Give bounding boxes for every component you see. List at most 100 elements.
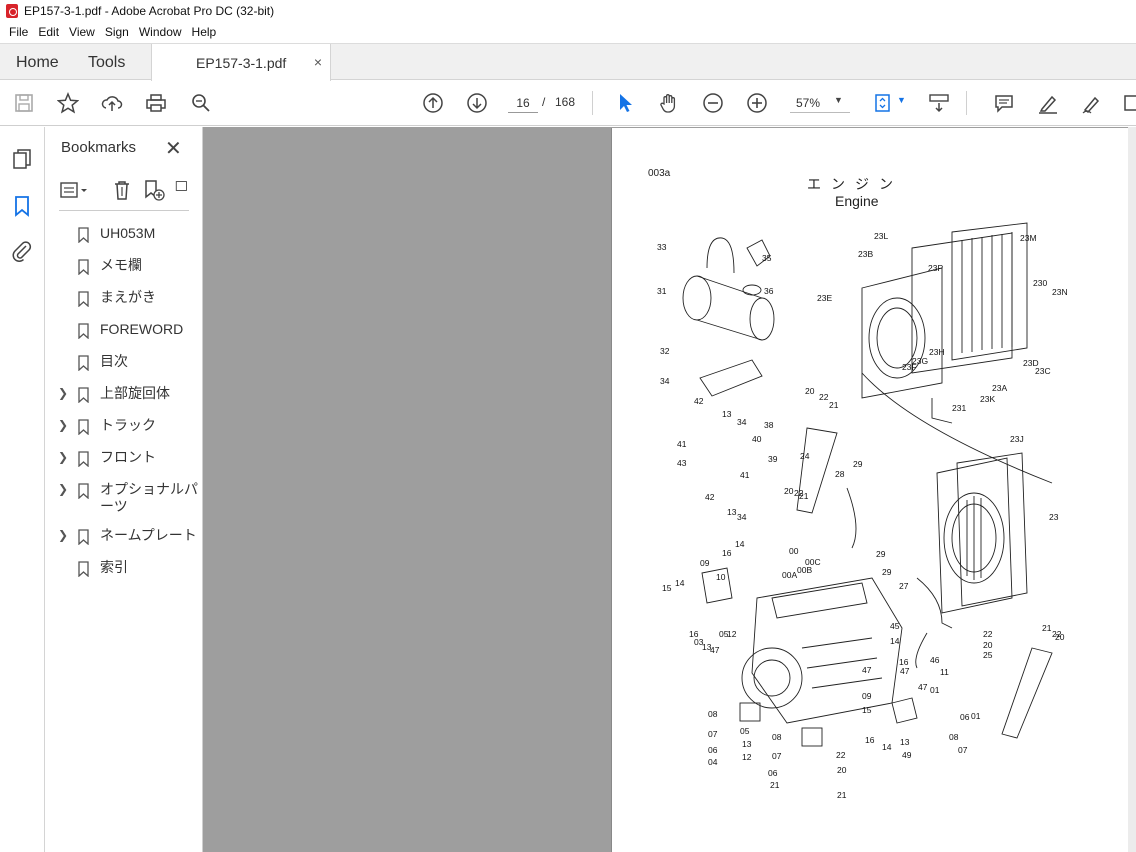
part-number-label: 13 [722,409,732,419]
bookmark-item-track[interactable]: ❯ トラック [45,411,203,443]
part-number-label: 21 [799,491,809,501]
part-number-label: 14 [675,578,685,588]
bookmark-flag-icon [78,387,89,404]
bookmark-item-nameplate[interactable]: ❯ ネームプレート [45,521,203,553]
part-number-label: 15 [662,583,672,593]
part-number-label: 23P [928,263,943,273]
part-number-label: 21 [770,780,780,790]
menu-file[interactable]: File [4,25,33,39]
bookmark-flag-icon [78,419,89,436]
expand-chevron-icon[interactable]: ❯ [58,528,68,542]
part-number-label: 23J [1010,434,1024,444]
menu-sign[interactable]: Sign [100,25,134,39]
part-number-label: 06 [768,768,778,778]
part-number-label: 21 [1042,623,1052,633]
next-page-icon[interactable] [465,91,489,115]
highlight-pen-icon[interactable] [1036,91,1060,115]
expand-chevron-icon[interactable]: ❯ [58,482,68,496]
new-bookmark-icon[interactable] [143,179,165,201]
part-number-label: 07 [708,729,718,739]
part-number-label: 00 [789,546,799,556]
zoom-dropdown-icon[interactable]: ▼ [834,95,843,105]
print-icon[interactable] [144,91,168,115]
expand-chevron-icon[interactable]: ❯ [58,418,68,432]
bookmarks-panel-icon[interactable] [10,194,34,218]
part-number-label: 23L [874,231,888,241]
part-number-label: 20 [1055,632,1065,642]
part-number-label: 20 [805,386,815,396]
tab-document[interactable]: EP157-3-1.pdf × [151,44,331,81]
menu-view[interactable]: View [64,25,100,39]
hand-tool-icon[interactable] [657,91,681,115]
part-number-label: 34 [660,376,670,386]
page-thumbnails-icon[interactable] [10,147,34,171]
current-page-input[interactable]: 16 [508,93,538,113]
attachments-icon[interactable] [10,239,34,263]
expand-chevron-icon[interactable]: ❯ [58,386,68,400]
zoom-out-icon[interactable] [701,91,725,115]
expand-bookmark-icon[interactable] [175,179,189,201]
bookmark-item-uh053m[interactable]: UH053M [45,219,203,251]
part-number-label: 23M [1020,233,1037,243]
part-number-label: 07 [772,751,782,761]
tab-tools[interactable]: Tools [88,54,125,72]
part-number-label: 34 [737,417,747,427]
part-number-label: 45 [890,621,900,631]
bookmark-item-front[interactable]: ❯ フロント [45,443,203,475]
part-number-label: 21 [829,400,839,410]
part-number-label: 25 [983,650,993,660]
bookmark-item-contents[interactable]: 目次 [45,347,203,379]
part-number-label: 47 [862,665,872,675]
fit-page-icon[interactable] [871,91,895,115]
bookmark-flag-icon [78,483,89,500]
close-tab-icon[interactable]: × [314,54,322,70]
zoom-in-icon[interactable] [745,91,769,115]
part-number-label: 11 [940,667,949,677]
engine-parts-diagram: 333536313234421334 3841 403943414213 3423L 2… [657,222,1068,800]
navigation-pane-strip [0,127,45,852]
menu-window[interactable]: Window [134,25,187,39]
previous-page-icon[interactable] [421,91,445,115]
tab-document-label: EP157-3-1.pdf [196,55,287,71]
part-number-label: 06 [960,712,970,722]
bookmark-item-foreword[interactable]: FOREWORD [45,315,203,347]
bookmark-label: メモ欄 [100,257,142,273]
part-number-label: 47 [710,645,720,655]
part-number-label: 27 [899,581,909,591]
bookmark-options-icon[interactable] [59,179,87,201]
bookmark-item-optional-parts[interactable]: ❯ オプショナルパーツ [45,475,203,521]
bookmark-item-upper-structure[interactable]: ❯ 上部旋回体 [45,379,203,411]
save-icon[interactable] [12,91,36,115]
delete-bookmark-icon[interactable] [111,179,133,201]
bookmark-label: FOREWORD [100,321,184,337]
document-viewport[interactable]: 003a エンジン Engine 33 35 36 31 32 34 42 13… [203,127,1136,852]
menu-edit[interactable]: Edit [33,25,64,39]
bookmark-item-memo[interactable]: メモ欄 [45,251,203,283]
part-number-label: 29 [876,549,886,559]
part-number-label: 15 [862,705,872,715]
part-number-label: 47 [918,682,928,692]
bookmark-label: 上部旋回体 [100,385,170,401]
tab-home[interactable]: Home [16,54,59,72]
upload-cloud-icon[interactable] [100,91,124,115]
part-number-label: 00A [782,570,797,580]
menu-help[interactable]: Help [187,25,222,39]
star-icon[interactable] [56,91,80,115]
vertical-scrollbar[interactable] [1128,127,1136,852]
scroll-mode-icon[interactable] [927,91,951,115]
find-zoom-icon[interactable] [189,91,213,115]
bookmark-item-maegaki[interactable]: まえがき [45,283,203,315]
more-tools-icon[interactable] [1118,91,1136,115]
close-panel-icon[interactable]: ✕ [165,136,182,161]
expand-chevron-icon[interactable]: ❯ [58,450,68,464]
part-number-label: 04 [708,757,718,767]
part-number-label: 01 [930,685,940,695]
sign-pen-icon[interactable] [1080,91,1104,115]
part-number-label: 14 [890,636,900,646]
part-number-label: 23C [1035,366,1051,376]
bookmark-item-index[interactable]: 索引 [45,553,203,585]
fit-page-dropdown-icon[interactable]: ▼ [897,95,906,105]
select-cursor-icon[interactable] [613,91,637,115]
bookmark-flag-icon [78,451,89,468]
comment-icon[interactable] [992,91,1016,115]
